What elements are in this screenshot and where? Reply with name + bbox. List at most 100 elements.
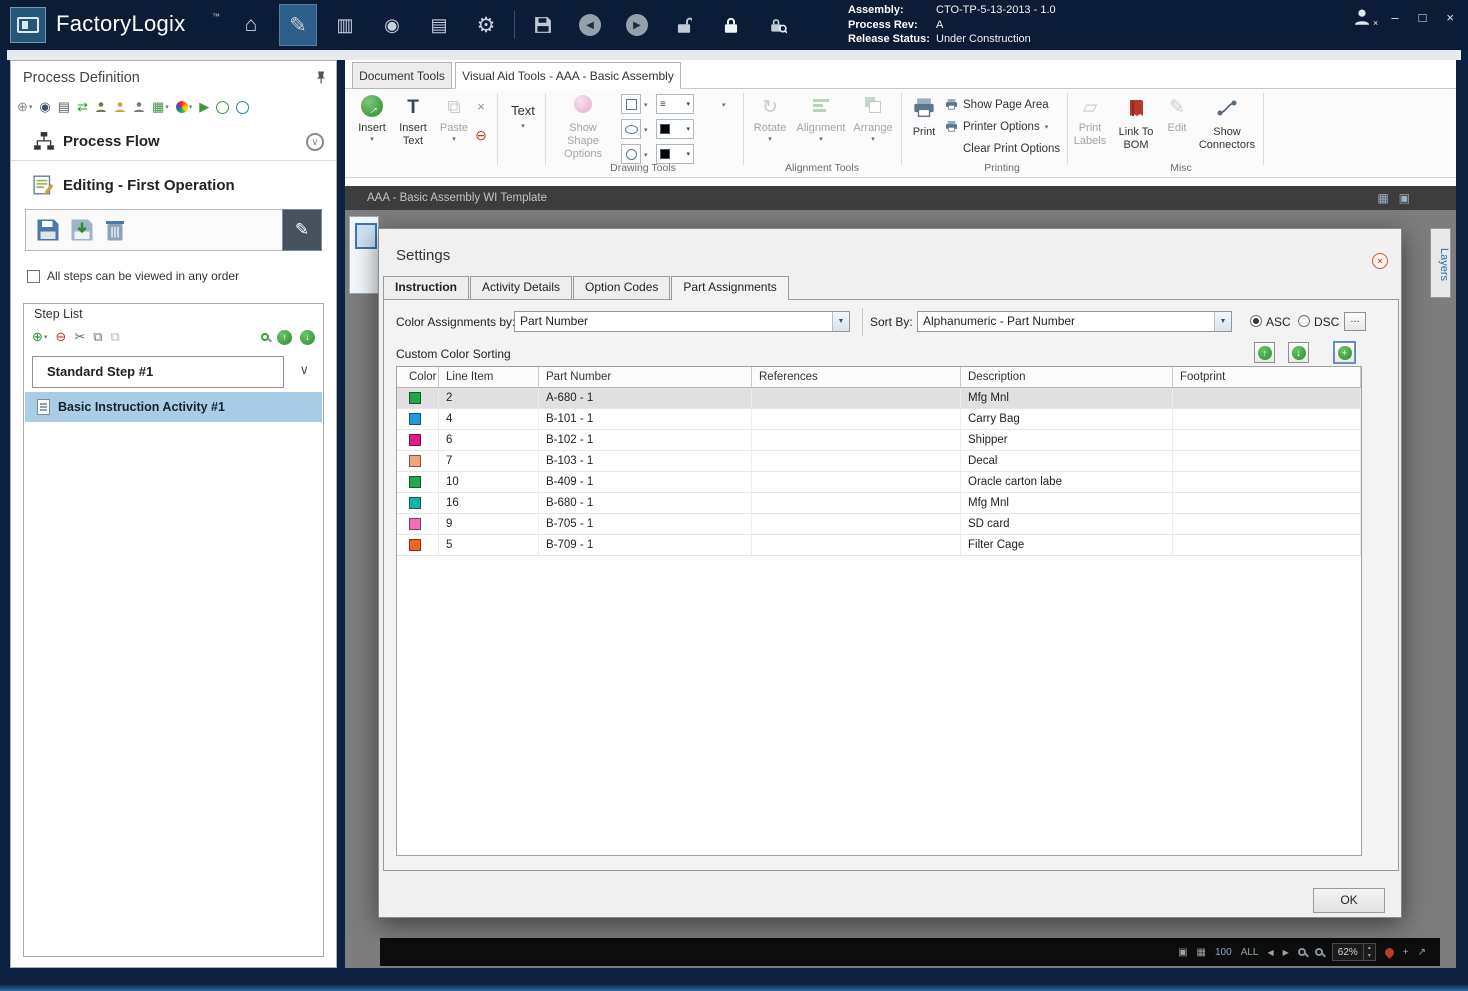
dropdown-arrow-icon[interactable]: ▼ <box>1214 312 1231 331</box>
step-row[interactable]: Standard Step #1 ∨ <box>28 354 319 390</box>
color-swatch[interactable] <box>409 392 421 404</box>
import-export-icon[interactable] <box>70 218 94 242</box>
edit-button[interactable]: ✎ Edit <box>1161 94 1193 135</box>
clipboard-icon[interactable]: ▥ <box>326 4 364 46</box>
line-style-dropdown[interactable]: ≡ ▾ <box>656 94 694 114</box>
print-labels-button[interactable]: ▱ Print Labels <box>1071 94 1109 148</box>
move-up-icon[interactable]: ↑ <box>277 329 292 345</box>
edit-template-button[interactable]: ✎ <box>282 209 322 251</box>
dialog-close-icon[interactable]: × <box>1372 253 1388 269</box>
column-header[interactable]: Description <box>961 367 1173 387</box>
process-flow-row[interactable]: Process Flow ∨ <box>11 125 336 161</box>
color-wheel-caret[interactable]: ▾ <box>722 101 726 109</box>
delete-operation-icon[interactable] <box>104 218 126 242</box>
table-row[interactable]: 5 B-709 - 1 Filter Cage <box>397 535 1361 556</box>
save-icon[interactable] <box>524 4 562 46</box>
step-chevron-icon[interactable]: ∨ <box>299 362 309 378</box>
clear-print-options-button[interactable]: Clear Print Options <box>945 139 1065 158</box>
zoom-in-icon[interactable] <box>1314 948 1323 956</box>
export-icon[interactable]: ▦ ▾ <box>152 99 169 115</box>
grid-icon[interactable]: ▦ <box>1197 947 1206 958</box>
layers-tab[interactable]: Layers <box>1430 228 1451 298</box>
lock-search-icon[interactable] <box>759 4 797 46</box>
color-swatch[interactable] <box>409 497 421 509</box>
zoom-down-icon[interactable]: ▼ <box>1364 952 1375 960</box>
activity-row-selected[interactable]: Basic Instruction Activity #1 <box>25 392 322 422</box>
print-button[interactable]: Print <box>905 94 943 139</box>
minimize-button[interactable]: – <box>1391 10 1398 25</box>
home-icon[interactable]: ⌂ <box>232 4 270 46</box>
lock-icon[interactable] <box>712 4 750 46</box>
move-part-down-button[interactable]: ↓ <box>1288 342 1309 363</box>
maximize-button[interactable]: □ <box>1419 10 1427 25</box>
status-green-icon[interactable] <box>216 100 230 114</box>
copy-icon[interactable]: ⧉ <box>93 329 102 345</box>
collapse-icon[interactable]: ∨ <box>306 133 324 151</box>
table-row[interactable]: 10 B-409 - 1 Oracle carton labe <box>397 472 1361 493</box>
table-row[interactable]: 4 B-101 - 1 Carry Bag <box>397 409 1361 430</box>
printer-options-button[interactable]: Printer Options ▾ <box>945 117 1065 136</box>
user-add-icon[interactable] <box>114 101 126 113</box>
table-row[interactable]: 7 B-103 - 1 Decal <box>397 451 1361 472</box>
sync-icon[interactable]: ⇄ <box>77 99 88 115</box>
color-swatch[interactable] <box>409 413 421 425</box>
forward-icon[interactable]: ▶ <box>618 4 656 46</box>
ok-button[interactable]: OK <box>1313 888 1385 913</box>
options-icon[interactable]: ⊕ ▾ <box>17 99 32 115</box>
more-options-button[interactable]: ... <box>1344 312 1366 331</box>
palette-icon[interactable]: ▾ <box>175 101 192 113</box>
column-header[interactable]: Part Number <box>539 367 752 387</box>
show-connectors-button[interactable]: Show Connectors <box>1195 94 1259 152</box>
print-icon[interactable]: ▤ <box>58 99 70 115</box>
color-swatch[interactable] <box>409 476 421 488</box>
paste-icon[interactable]: ⧉ <box>111 329 120 345</box>
link-to-bom-button[interactable]: Link To BOM <box>1113 94 1159 152</box>
status-blue-icon[interactable] <box>236 100 250 114</box>
circle-tool-caret[interactable]: ▾ <box>644 151 648 159</box>
order-checkbox[interactable] <box>27 269 40 283</box>
tab-document-tools[interactable]: Document Tools <box>352 62 452 89</box>
circle-tool[interactable] <box>621 144 641 164</box>
table-row[interactable]: 16 B-680 - 1 Mfg Mnl <box>397 493 1361 514</box>
paste-button[interactable]: ⧉ Paste ▾ <box>435 94 473 144</box>
insert-button[interactable]: → Insert ▾ <box>352 94 392 144</box>
back-icon[interactable]: ◀ <box>571 4 609 46</box>
arrange-button[interactable]: Arrange ▾ <box>849 94 897 144</box>
column-header[interactable]: Footprint <box>1173 367 1361 387</box>
fit-plus-icon[interactable]: + <box>1403 947 1409 958</box>
user-icon[interactable] <box>133 101 145 113</box>
delete-x-icon[interactable]: × <box>471 94 491 120</box>
zoom-control[interactable]: 62% ▲ ▼ <box>1331 943 1376 961</box>
fill-color-dropdown[interactable]: ▾ <box>656 144 694 164</box>
text-button[interactable]: Text ▾ <box>505 94 541 131</box>
tab-part-assignments[interactable]: Part Assignments <box>671 276 789 300</box>
add-part-button[interactable]: + <box>1333 341 1356 364</box>
column-header[interactable]: Line Item <box>439 367 539 387</box>
table-row[interactable]: 2 A-680 - 1 Mfg Mnl <box>397 388 1361 409</box>
color-swatch[interactable] <box>409 539 421 551</box>
zoom-up-icon[interactable]: ▲ <box>1364 944 1375 952</box>
color-assignments-select[interactable]: Part Number ▼ <box>514 311 850 332</box>
map-pin-icon[interactable] <box>1382 945 1396 959</box>
layout-icon[interactable]: ▦ <box>1377 191 1388 205</box>
show-shape-options-button[interactable]: Show Shape Options <box>552 94 614 161</box>
add-step-icon[interactable]: ⊕ ▾ <box>32 329 47 345</box>
rectangle-tool[interactable] <box>621 94 641 114</box>
user-signout-icon[interactable]: × <box>1353 8 1378 28</box>
tab-instruction[interactable]: Instruction <box>383 276 469 299</box>
rectangle-tool-caret[interactable]: ▾ <box>644 101 648 109</box>
fullscreen-icon[interactable]: ▣ <box>1399 191 1410 205</box>
table-row[interactable]: 9 B-705 - 1 SD card <box>397 514 1361 535</box>
start-icon[interactable]: ▶ <box>199 99 209 115</box>
rotate-button[interactable]: ↻ Rotate ▾ <box>750 94 790 144</box>
thumbnail-icon[interactable]: ▣ <box>1178 947 1187 958</box>
remove-step-icon[interactable]: ⊖ <box>55 329 66 345</box>
line-color-dropdown[interactable]: ▾ <box>656 119 694 139</box>
tab-visual-aid-tools[interactable]: Visual Aid Tools - AAA - Basic Assembly <box>455 62 681 89</box>
table-row[interactable]: 6 B-102 - 1 Shipper <box>397 430 1361 451</box>
close-button[interactable]: × <box>1446 10 1454 25</box>
save-operation-icon[interactable] <box>36 218 60 242</box>
news-icon[interactable]: ▤ <box>420 4 458 46</box>
search-step-icon[interactable] <box>261 333 269 341</box>
tab-option-codes[interactable]: Option Codes <box>573 276 671 299</box>
